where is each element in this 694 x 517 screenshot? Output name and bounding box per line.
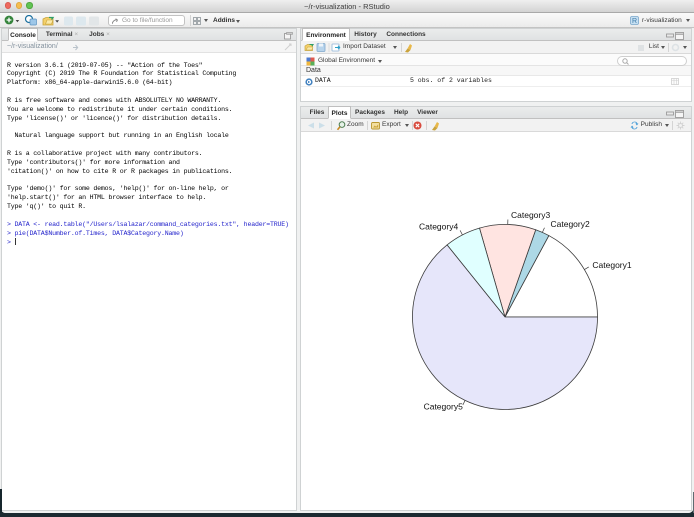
svg-text:R: R (632, 18, 637, 25)
svg-text:Category1: Category1 (592, 260, 631, 270)
svg-text:Category4: Category4 (419, 222, 458, 232)
svg-text:Category3: Category3 (511, 210, 550, 220)
svg-text:Category2: Category2 (551, 219, 590, 229)
svg-text:Category5: Category5 (424, 402, 463, 412)
